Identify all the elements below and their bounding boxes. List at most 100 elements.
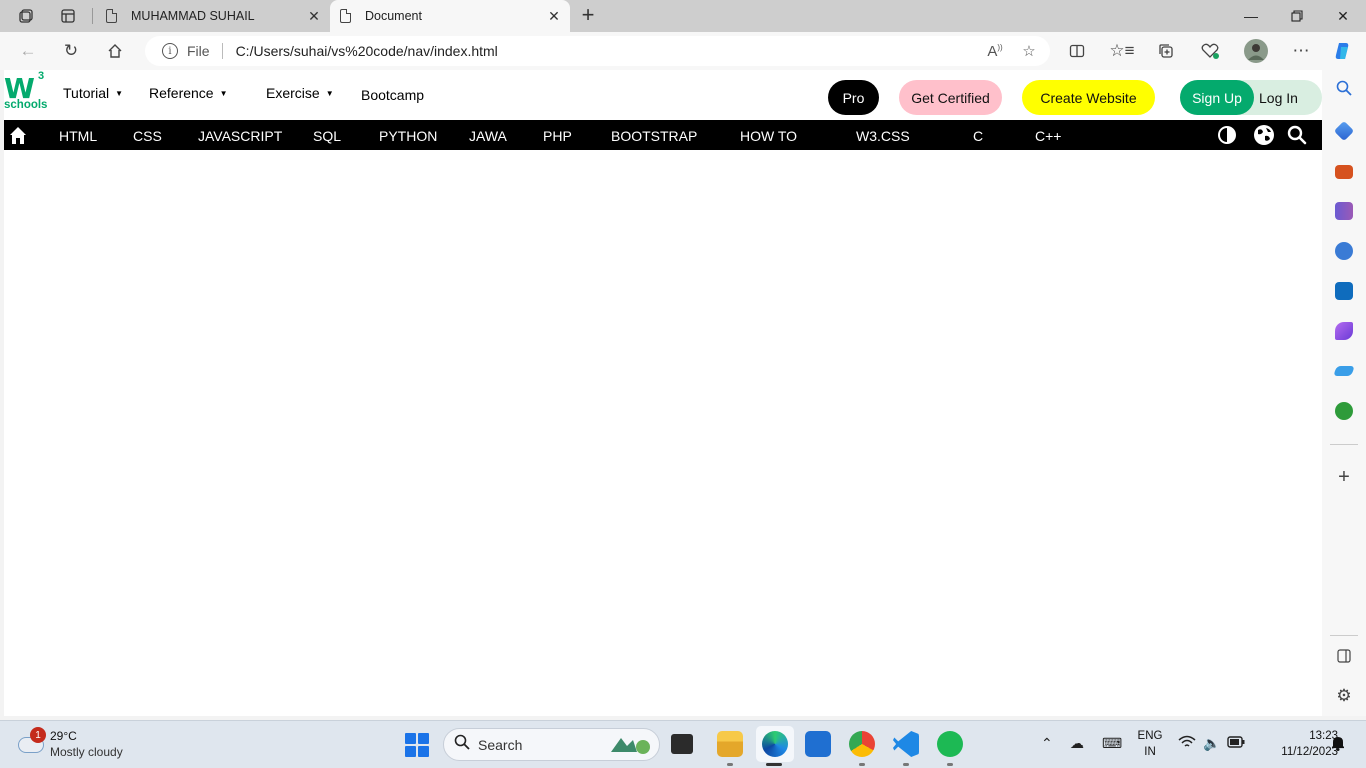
outlook-icon[interactable]: [1335, 282, 1353, 300]
edge-icon[interactable]: [762, 731, 788, 757]
sidebar-separator: [1330, 635, 1358, 636]
search-icon[interactable]: [1333, 80, 1355, 101]
vscode-icon[interactable]: [893, 731, 919, 757]
address-bar[interactable]: i File C:/Users/suhai/vs%20code/nav/inde…: [145, 36, 1050, 66]
running-indicator: [727, 763, 733, 766]
favorites-icon[interactable]: ☆≡: [1109, 38, 1135, 64]
nav-w3css[interactable]: W3.CSS: [856, 128, 910, 144]
get-certified-button[interactable]: Get Certified: [899, 80, 1002, 115]
restore-button[interactable]: [1274, 0, 1320, 32]
pro-button[interactable]: Pro: [828, 80, 879, 115]
address-separator: [221, 43, 223, 59]
tools-briefcase-icon[interactable]: [1335, 165, 1353, 179]
hide-sidebar-icon[interactable]: [1333, 648, 1355, 668]
tab-title: MUHAMMAD SUHAIL: [131, 9, 255, 23]
nav-bootstrap[interactable]: BOOTSTRAP: [611, 128, 697, 144]
tree-icon[interactable]: [1335, 402, 1353, 420]
browser-essentials-icon[interactable]: [1197, 38, 1223, 64]
designer-icon[interactable]: [1335, 322, 1353, 340]
close-icon[interactable]: ✕: [304, 8, 324, 25]
caret-down-icon: ▼: [219, 88, 228, 98]
home-icon[interactable]: [9, 125, 27, 145]
tab-divider: [92, 8, 93, 24]
search-highlight-icon: [611, 738, 650, 754]
volume-icon[interactable]: 🔈: [1203, 735, 1220, 752]
search-icon[interactable]: [1287, 125, 1307, 145]
edge-sidebar: + ⚙: [1322, 70, 1366, 716]
copilot-icon[interactable]: [1330, 38, 1356, 64]
spotify-icon[interactable]: [937, 731, 963, 757]
info-icon[interactable]: i: [162, 43, 178, 59]
nav-html[interactable]: HTML: [59, 128, 97, 144]
add-icon[interactable]: +: [1333, 466, 1355, 489]
weather-temp: 29°C: [50, 729, 77, 743]
tab-document[interactable]: Document ✕: [330, 0, 570, 32]
taskbar-search[interactable]: Search: [443, 728, 660, 761]
auth-group: Sign Up Log In: [1180, 80, 1322, 115]
main-navbar: HTML CSS JAVASCRIPT SQL PYTHON JAWA PHP …: [4, 120, 1322, 150]
settings-more-icon[interactable]: ⋯: [1288, 38, 1314, 64]
sign-up-button[interactable]: Sign Up: [1180, 80, 1254, 115]
favorite-star-icon[interactable]: ☆: [1016, 42, 1042, 60]
start-button[interactable]: [405, 733, 429, 757]
menu-exercise[interactable]: Exercise ▼: [266, 85, 334, 101]
microsoft-365-icon[interactable]: [1335, 242, 1353, 260]
running-indicator: [947, 763, 953, 766]
nav-php[interactable]: PHP: [543, 128, 572, 144]
keyboard-icon[interactable]: ⌨: [1102, 735, 1122, 752]
menu-bootcamp[interactable]: Bootcamp: [361, 87, 424, 103]
new-tab-button[interactable]: +: [578, 4, 598, 28]
globe-icon[interactable]: [1253, 124, 1275, 146]
chevron-up-icon[interactable]: ⌃: [1041, 735, 1053, 752]
collections-icon[interactable]: [1153, 38, 1179, 64]
back-icon[interactable]: ←: [15, 38, 41, 64]
nav-javascript[interactable]: JAVASCRIPT: [198, 128, 282, 144]
nav-cpp[interactable]: C++: [1035, 128, 1061, 144]
split-screen-icon[interactable]: [1064, 38, 1090, 64]
minimize-button[interactable]: —: [1228, 0, 1274, 32]
profile-avatar[interactable]: [1243, 38, 1269, 64]
mail-icon[interactable]: [805, 731, 831, 757]
close-icon[interactable]: ✕: [544, 8, 564, 25]
nav-c[interactable]: C: [973, 128, 983, 144]
battery-icon[interactable]: [1227, 735, 1245, 751]
clock-date[interactable]: 11/12/2023: [1256, 746, 1338, 758]
dark-mode-icon[interactable]: [1217, 125, 1237, 145]
task-view-icon[interactable]: [671, 734, 693, 754]
menu-label: Reference: [149, 85, 214, 101]
log-in-button[interactable]: Log In: [1259, 90, 1298, 106]
menu-tutorial[interactable]: Tutorial ▼: [63, 85, 123, 101]
onedrive-icon[interactable]: ☁: [1070, 735, 1084, 752]
nav-how-to[interactable]: HOW TO: [740, 128, 797, 144]
url-text[interactable]: C:/Users/suhai/vs%20code/nav/index.html: [236, 43, 982, 59]
nav-sql[interactable]: SQL: [313, 128, 341, 144]
chrome-icon[interactable]: [849, 731, 875, 757]
drop-icon[interactable]: [1333, 366, 1355, 376]
notification-bell-icon[interactable]: [1331, 735, 1345, 754]
menu-reference[interactable]: Reference ▼: [149, 85, 228, 101]
nav-css[interactable]: CSS: [133, 128, 162, 144]
create-website-button[interactable]: Create Website: [1022, 80, 1155, 115]
games-chess-icon[interactable]: [1335, 202, 1353, 220]
sidebar-separator: [1330, 444, 1358, 445]
home-icon[interactable]: [102, 38, 128, 64]
search-icon: [454, 734, 470, 755]
wifi-icon[interactable]: [1178, 735, 1196, 752]
w3schools-logo[interactable]: W 3 schools: [4, 70, 50, 116]
read-aloud-icon[interactable]: A)): [982, 43, 1008, 60]
file-explorer-icon[interactable]: [717, 731, 743, 757]
shopping-tag-icon[interactable]: [1333, 120, 1355, 142]
close-window-button[interactable]: ✕: [1320, 0, 1366, 32]
nav-python[interactable]: PYTHON: [379, 128, 437, 144]
language-line2[interactable]: IN: [1136, 746, 1164, 758]
tab-muhammad-suhail[interactable]: MUHAMMAD SUHAIL ✕: [96, 0, 330, 32]
menu-label: Tutorial: [63, 85, 110, 101]
gear-icon[interactable]: ⚙: [1333, 686, 1355, 706]
weather-widget[interactable]: 1 29°C Mostly cloudy: [16, 727, 176, 763]
refresh-icon[interactable]: ↻: [58, 38, 84, 64]
language-line1[interactable]: ENG: [1136, 730, 1164, 742]
notification-badge: 1: [30, 727, 46, 743]
nav-jawa[interactable]: JAWA: [469, 128, 507, 144]
workspaces-icon[interactable]: [12, 4, 40, 28]
tab-actions-icon[interactable]: [54, 4, 82, 28]
